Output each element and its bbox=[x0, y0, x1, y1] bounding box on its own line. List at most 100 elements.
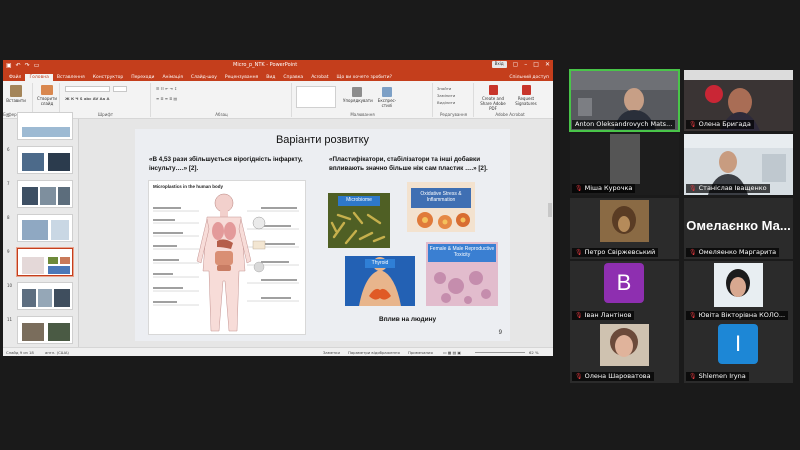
slide-thumbnail[interactable]: 10 bbox=[5, 281, 77, 311]
oxidative-stress-image: Oxidative Stress & Inflammation bbox=[407, 182, 475, 232]
present-icon[interactable]: ▭ bbox=[34, 62, 40, 69]
signature-icon bbox=[521, 85, 531, 95]
drawing-group: Упорядкувати Експрес-стилі Малювання bbox=[293, 83, 433, 117]
participant-name: 🎙 Омеляенко Маргарита bbox=[686, 248, 780, 257]
document-title: Micro_p_NTK - PowerPoint bbox=[233, 62, 298, 68]
tab-review[interactable]: Рецензування bbox=[221, 74, 262, 81]
sign-in-button[interactable]: Вхід bbox=[491, 61, 507, 68]
zoom-meeting-window: ▣ ↶ ↷ ▭ Micro_p_NTK - PowerPoint Вхід ▢ … bbox=[0, 0, 800, 450]
close-icon[interactable]: ✕ bbox=[545, 61, 550, 68]
ribbon-options-icon[interactable]: ▢ bbox=[513, 61, 519, 68]
ribbon-tabs: Файл Головна Вставлення Конструктор Пере… bbox=[3, 71, 553, 81]
slide-thumbnail-selected[interactable]: 9 bbox=[5, 247, 77, 277]
reproductive-toxicity-image: Female & Male Reproductive Toxicity bbox=[426, 242, 498, 306]
thyroid-image: Thyroid bbox=[345, 256, 415, 306]
select-button[interactable]: Виділити bbox=[437, 100, 455, 105]
participant-tile[interactable]: 🎙 Петро Свіржевський bbox=[570, 198, 679, 259]
thumbnail-image bbox=[17, 282, 73, 310]
align-buttons[interactable]: ≡ ≣ ≡ ≣ ▤ bbox=[156, 96, 177, 101]
paste-button[interactable]: Вставити bbox=[6, 85, 26, 103]
oxidative-stress-label: Oxidative Stress & Inflammation bbox=[411, 188, 471, 208]
microplastics-figure: Microplastics in the human body bbox=[148, 180, 306, 335]
participant-name: 🎙 Петро Свіржевський bbox=[572, 248, 659, 257]
participant-tile[interactable]: B 🎙 Іван Лантінов bbox=[570, 261, 679, 322]
editing-group: Знайти Замінити Виділити Редагування bbox=[434, 83, 474, 117]
participant-tile[interactable]: 🎙 Олена Шароватова bbox=[570, 322, 679, 383]
notes-button[interactable]: Заметки bbox=[323, 350, 340, 355]
display-settings-button[interactable]: Параметри відображення bbox=[348, 350, 400, 355]
comments-button[interactable]: Примечания bbox=[408, 350, 433, 355]
slide-page-number: 9 bbox=[498, 330, 502, 336]
participant-name: Anton Oleksandrovych Mats... bbox=[572, 120, 676, 129]
thumbnail-image bbox=[17, 316, 73, 344]
participant-name: 🎙 Ювіта Вікторівна КОЛО... bbox=[686, 311, 789, 320]
participant-tile[interactable]: 🎙 Міша Курочка bbox=[570, 134, 679, 195]
participant-tile[interactable]: I 🎙 Shlemen Iryna bbox=[684, 322, 793, 383]
redo-icon[interactable]: ↷ bbox=[25, 62, 30, 69]
quote-right: «Пластифікатори, стабілізатори та інші д… bbox=[329, 156, 488, 172]
tab-slideshow[interactable]: Слайд-шоу bbox=[187, 74, 221, 81]
font-name-select[interactable] bbox=[65, 86, 110, 92]
tab-home[interactable]: Головна bbox=[25, 74, 53, 81]
tab-transitions[interactable]: Переходи bbox=[127, 74, 158, 81]
muted-mic-icon: 🎙 bbox=[689, 373, 697, 380]
ppt-statusbar: Слайд 9 из 18 англ. (США) Заметки Параме… bbox=[3, 347, 553, 356]
muted-mic-icon: 🎙 bbox=[689, 249, 697, 256]
view-buttons[interactable]: ▭ ▦ ▤ ▣ bbox=[443, 350, 461, 355]
create-pdf-button[interactable]: Create and Share Adobe PDF bbox=[477, 85, 509, 111]
participant-tile[interactable]: Омелаєнко Ма... 🎙 Омеляенко Маргарита bbox=[684, 198, 793, 259]
slide-thumbnail[interactable]: 7 bbox=[5, 179, 77, 209]
shared-powerpoint-window: ▣ ↶ ↷ ▭ Micro_p_NTK - PowerPoint Вхід ▢ … bbox=[3, 60, 553, 356]
thumbnail-image bbox=[17, 146, 73, 174]
slide-thumbnails-pane: 5 6 7 8 9 10 11 bbox=[3, 112, 79, 347]
participant-tile[interactable]: 🎙 Станіслав Іващенко bbox=[684, 134, 793, 195]
list-buttons[interactable]: ☰ ☷ ⇤ ⇥ ↕ bbox=[156, 86, 177, 91]
share-button[interactable]: Спільний доступ bbox=[505, 74, 553, 81]
zoom-level[interactable]: 62 % bbox=[529, 350, 539, 355]
participant-display-name: Омелаєнко Ма... bbox=[686, 218, 791, 233]
undo-icon[interactable]: ↶ bbox=[16, 62, 21, 69]
minimize-icon[interactable]: – bbox=[524, 61, 527, 68]
participant-tile[interactable]: 🎙 Олена Бригада bbox=[684, 70, 793, 131]
tab-help[interactable]: Справка bbox=[279, 74, 307, 81]
language-indicator[interactable]: англ. (США) bbox=[45, 350, 69, 355]
tab-file[interactable]: Файл bbox=[5, 74, 25, 81]
shapes-gallery[interactable] bbox=[296, 86, 336, 108]
tab-view[interactable]: Вид bbox=[262, 74, 279, 81]
tell-me-search[interactable]: Що ви хочете зробити? bbox=[333, 74, 396, 81]
tab-design[interactable]: Конструктор bbox=[89, 74, 127, 81]
maximize-icon[interactable]: □ bbox=[533, 61, 539, 68]
slide-thumbnail[interactable]: 11 bbox=[5, 315, 77, 345]
find-button[interactable]: Знайти bbox=[437, 86, 451, 91]
slide-thumbnail[interactable]: 5 bbox=[5, 111, 77, 141]
request-signatures-button[interactable]: Request Signatures bbox=[510, 85, 542, 106]
tab-insert[interactable]: Вставлення bbox=[53, 74, 89, 81]
muted-mic-icon: 🎙 bbox=[575, 185, 583, 192]
participant-tile[interactable]: 🎙 Ювіта Вікторівна КОЛО... bbox=[684, 261, 793, 322]
slide-thumbnail[interactable]: 8 bbox=[5, 213, 77, 243]
participant-avatar: I bbox=[718, 324, 758, 364]
new-slide-button[interactable]: Створити слайд bbox=[36, 85, 58, 106]
tab-animations[interactable]: Анімація bbox=[158, 74, 186, 81]
muted-mic-icon: 🎙 bbox=[575, 312, 583, 319]
new-slide-icon bbox=[41, 85, 53, 95]
paragraph-group: ☰ ☷ ⇤ ⇥ ↕ ≡ ≣ ≡ ≣ ▤ Абзац bbox=[152, 83, 292, 117]
save-icon[interactable]: ▣ bbox=[6, 62, 12, 69]
slide-thumbnail[interactable]: 6 bbox=[5, 145, 77, 175]
scrollbar-thumb[interactable] bbox=[548, 203, 552, 217]
arrange-button[interactable]: Упорядкувати bbox=[343, 87, 373, 103]
replace-button[interactable]: Замінити bbox=[437, 93, 455, 98]
thumbnail-image bbox=[16, 247, 74, 277]
tab-acrobat[interactable]: Acrobat bbox=[307, 74, 332, 81]
font-size-select[interactable] bbox=[113, 86, 127, 92]
font-format-buttons[interactable]: Ж К Ч S abc AV Aa A bbox=[65, 96, 109, 101]
quick-styles-button[interactable]: Експрес-стилі bbox=[373, 87, 401, 108]
current-slide[interactable]: Варіанти розвитку «В 4,53 рази збільшуєт… bbox=[135, 129, 510, 341]
participant-tile[interactable]: Anton Oleksandrovych Mats... bbox=[569, 69, 680, 132]
zoom-slider[interactable] bbox=[475, 352, 525, 353]
quote-left: «В 4,53 рази збільшується вірогідність і… bbox=[149, 156, 303, 172]
muted-mic-icon: 🎙 bbox=[689, 121, 697, 128]
muted-mic-icon: 🎙 bbox=[689, 312, 697, 319]
vertical-scrollbar[interactable] bbox=[547, 119, 553, 347]
ppt-titlebar: ▣ ↶ ↷ ▭ Micro_p_NTK - PowerPoint Вхід ▢ … bbox=[3, 60, 553, 71]
